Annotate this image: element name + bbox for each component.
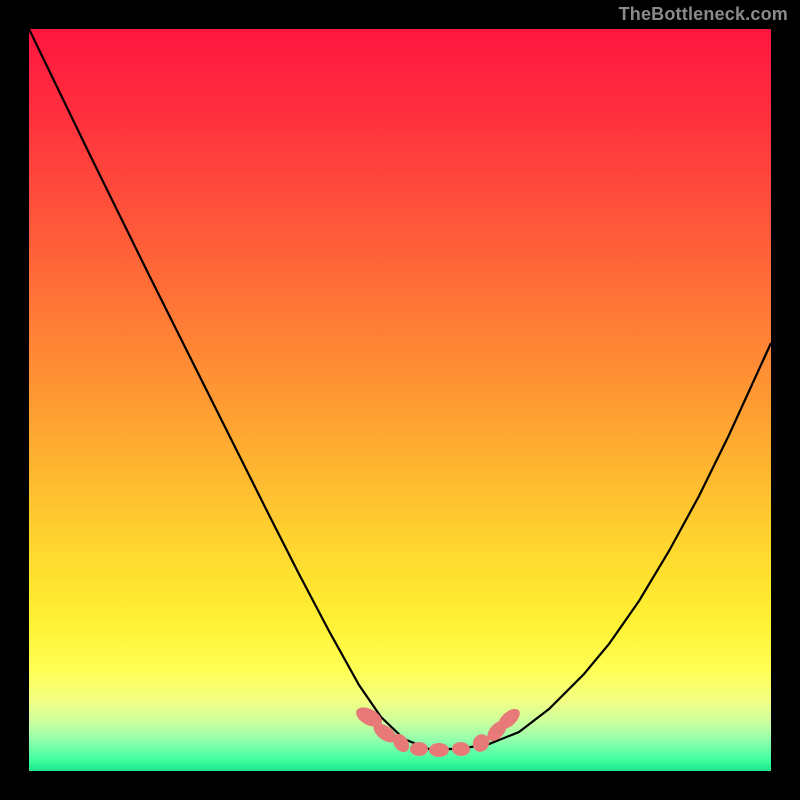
bottleneck-curve xyxy=(29,29,771,749)
marker-dot xyxy=(429,743,449,757)
marker-dot xyxy=(410,742,428,756)
curve-layer xyxy=(29,29,771,771)
chart-frame: TheBottleneck.com xyxy=(0,0,800,800)
plot-area xyxy=(29,29,771,771)
watermark-text: TheBottleneck.com xyxy=(619,4,788,25)
marker-dot xyxy=(451,741,470,757)
